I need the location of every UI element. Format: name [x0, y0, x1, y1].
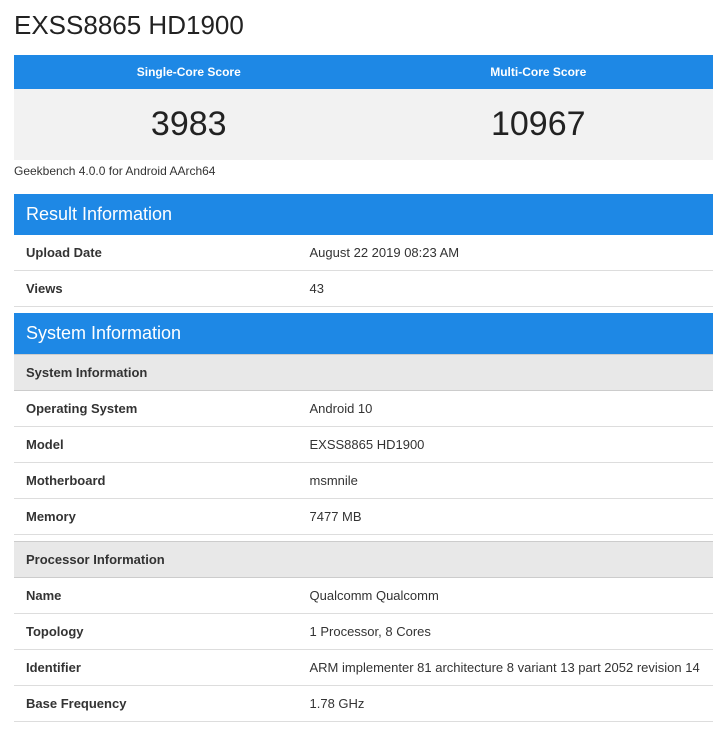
row-label: Identifier — [26, 660, 310, 675]
row-label: Upload Date — [26, 245, 310, 260]
table-row: Operating System Android 10 — [14, 391, 713, 427]
version-text: Geekbench 4.0.0 for Android AArch64 — [14, 164, 713, 178]
single-core-box: Single-Core Score 3983 — [14, 55, 364, 160]
result-info-header: Result Information — [14, 194, 713, 235]
row-value: Qualcomm Qualcomm — [310, 588, 702, 603]
row-label: Operating System — [26, 401, 310, 416]
system-info-header: System Information — [14, 313, 713, 354]
row-label: Model — [26, 437, 310, 452]
table-row: Views 43 — [14, 271, 713, 307]
single-core-value: 3983 — [14, 89, 364, 160]
row-label: Base Frequency — [26, 696, 310, 711]
row-label: Name — [26, 588, 310, 603]
row-value: 1 Processor, 8 Cores — [310, 624, 702, 639]
row-value: EXSS8865 HD1900 — [310, 437, 702, 452]
row-value: Android 10 — [310, 401, 702, 416]
multi-core-label: Multi-Core Score — [364, 55, 714, 89]
row-value: 7477 MB — [310, 509, 702, 524]
row-label: Topology — [26, 624, 310, 639]
row-label: Views — [26, 281, 310, 296]
score-row: Single-Core Score 3983 Multi-Core Score … — [14, 55, 713, 160]
system-info-subheader: System Information — [14, 354, 713, 391]
multi-core-box: Multi-Core Score 10967 — [364, 55, 714, 160]
table-row: Name Qualcomm Qualcomm — [14, 578, 713, 614]
table-row: Upload Date August 22 2019 08:23 AM — [14, 235, 713, 271]
row-label: Memory — [26, 509, 310, 524]
row-value: 1.78 GHz — [310, 696, 702, 711]
single-core-label: Single-Core Score — [14, 55, 364, 89]
table-row: Topology 1 Processor, 8 Cores — [14, 614, 713, 650]
page-title: EXSS8865 HD1900 — [14, 10, 713, 41]
row-value: msmnile — [310, 473, 702, 488]
table-row: Model EXSS8865 HD1900 — [14, 427, 713, 463]
row-value: August 22 2019 08:23 AM — [310, 245, 702, 260]
table-row: Memory 7477 MB — [14, 499, 713, 535]
table-row: Identifier ARM implementer 81 architectu… — [14, 650, 713, 686]
processor-info-subheader: Processor Information — [14, 541, 713, 578]
row-label: Motherboard — [26, 473, 310, 488]
multi-core-value: 10967 — [364, 89, 714, 160]
table-row: Base Frequency 1.78 GHz — [14, 686, 713, 722]
row-value: ARM implementer 81 architecture 8 varian… — [310, 660, 702, 675]
row-value: 43 — [310, 281, 702, 296]
table-row: Motherboard msmnile — [14, 463, 713, 499]
